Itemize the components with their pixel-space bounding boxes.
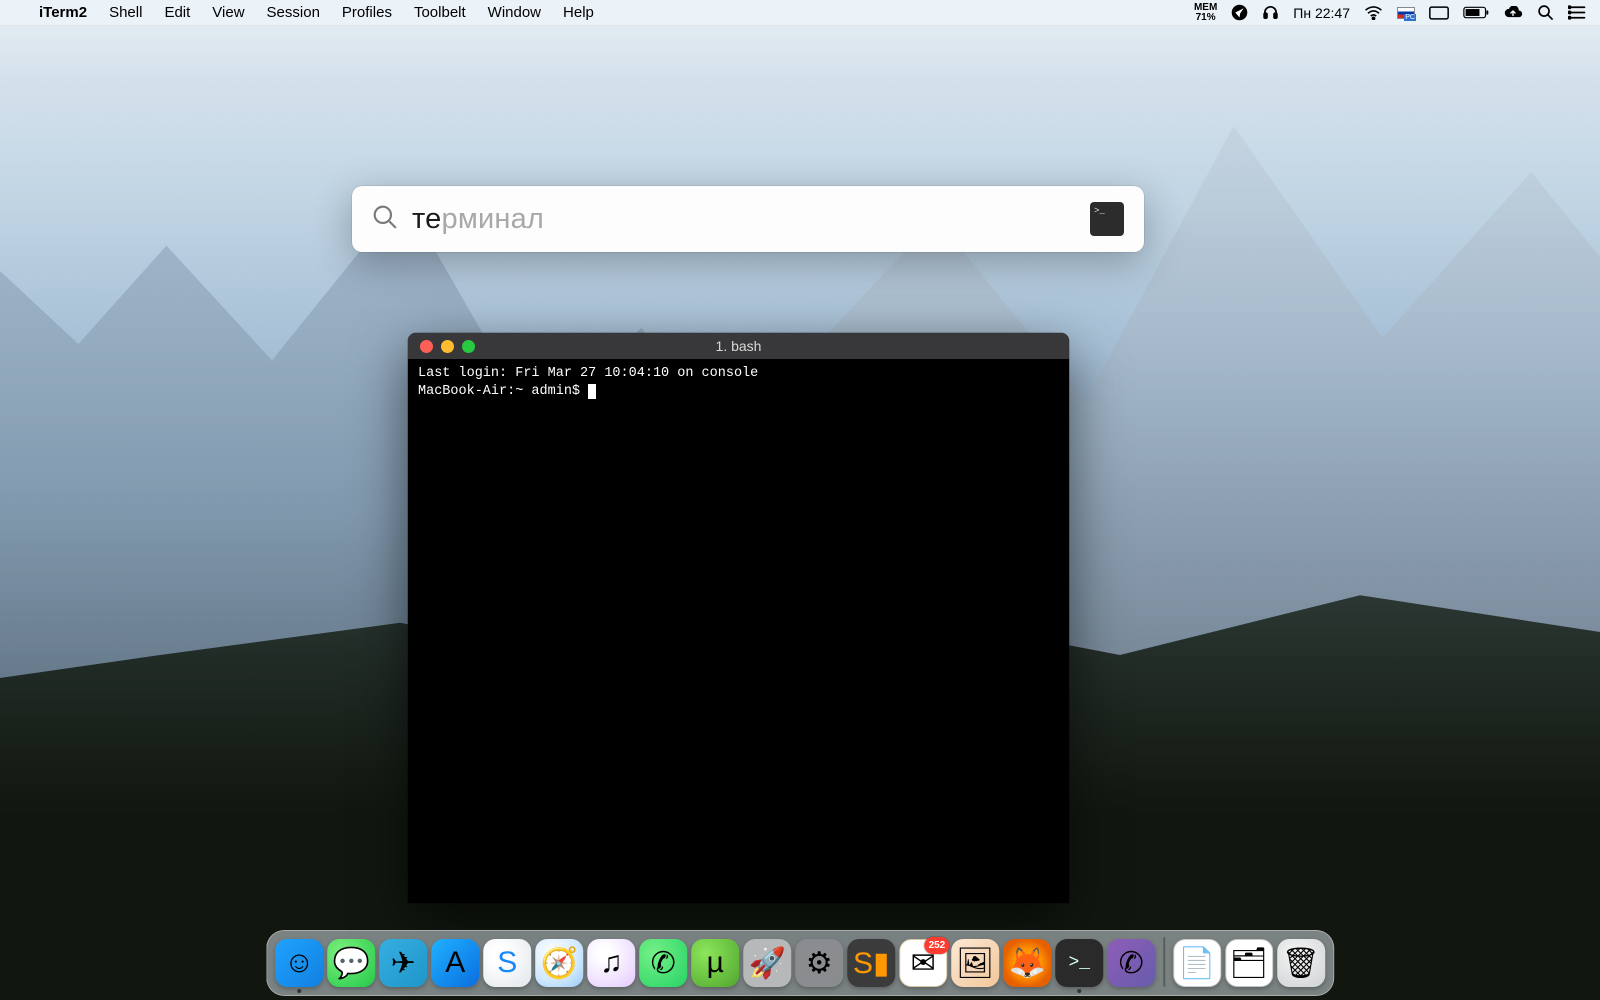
terminal-cursor <box>588 384 596 399</box>
dock-viber[interactable]: ✆ <box>1107 939 1155 987</box>
dock-iterm[interactable]: >_ <box>1055 939 1103 987</box>
cloud-sync-icon[interactable] <box>1503 6 1523 20</box>
dock-whatsapp[interactable]: ✆ <box>639 939 687 987</box>
spotlight-top-hit-icon[interactable]: >_ <box>1090 202 1124 236</box>
dock-photos[interactable]: 🖼 <box>951 939 999 987</box>
menu-shell[interactable]: Shell <box>98 4 153 21</box>
dock: ☺💬✈AS🧭♫✆µ🚀⚙S▮✉252🖼🦊>_✆ 📄🗂🗑 <box>266 930 1334 996</box>
dock-itunes[interactable]: ♫ <box>587 939 635 987</box>
dock-appstore[interactable]: A <box>431 939 479 987</box>
terminal-titlebar[interactable]: 1. bash <box>408 333 1069 359</box>
menu-app-name[interactable]: iTerm2 <box>28 4 98 21</box>
menu-toolbelt[interactable]: Toolbelt <box>403 4 477 21</box>
terminal-content[interactable]: Last login: Fri Mar 27 10:04:10 on conso… <box>408 359 1069 903</box>
memory-status[interactable]: MEM 71% <box>1194 3 1217 23</box>
terminal-title: 1. bash <box>408 338 1069 354</box>
spotlight-icon[interactable] <box>1537 4 1554 21</box>
spotlight-search[interactable]: терминал >_ <box>352 186 1144 252</box>
spotlight-input[interactable]: терминал <box>412 203 544 236</box>
dock-safari[interactable]: 🧭 <box>535 939 583 987</box>
dock-mail[interactable]: ✉252 <box>899 939 947 987</box>
dock-messages[interactable]: 💬 <box>327 939 375 987</box>
menu-help[interactable]: Help <box>552 4 605 21</box>
wifi-icon[interactable] <box>1364 5 1383 20</box>
menu-view[interactable]: View <box>201 4 255 21</box>
search-icon <box>372 204 398 235</box>
location-icon[interactable] <box>1231 4 1248 21</box>
dock-utorrent[interactable]: µ <box>691 939 739 987</box>
menu-edit[interactable]: Edit <box>153 4 201 21</box>
dock-telegram[interactable]: ✈ <box>379 939 427 987</box>
dock-launchpad[interactable]: 🚀 <box>743 939 791 987</box>
display-icon[interactable] <box>1429 6 1449 20</box>
dock-firefox[interactable]: 🦊 <box>1003 939 1051 987</box>
dock-separator <box>1163 937 1165 987</box>
dock-desktop-stack[interactable]: 🗂 <box>1225 939 1273 987</box>
language-flag[interactable]: PC <box>1397 7 1415 19</box>
window-zoom-button[interactable] <box>462 340 475 353</box>
headphones-icon[interactable] <box>1262 4 1279 21</box>
menu-window[interactable]: Window <box>477 4 552 21</box>
dock-sogou[interactable]: S <box>483 939 531 987</box>
dock-settings[interactable]: ⚙ <box>795 939 843 987</box>
menu-bar: iTerm2 ShellEditViewSessionProfilesToolb… <box>0 0 1600 26</box>
dock-document[interactable]: 📄 <box>1173 939 1221 987</box>
notification-center-icon[interactable] <box>1568 5 1586 20</box>
menu-profiles[interactable]: Profiles <box>331 4 403 21</box>
window-close-button[interactable] <box>420 340 433 353</box>
dock-finder[interactable]: ☺ <box>275 939 323 987</box>
menu-clock[interactable]: Пн 22:47 <box>1293 5 1350 21</box>
dock-trash[interactable]: 🗑 <box>1277 939 1325 987</box>
window-minimize-button[interactable] <box>441 340 454 353</box>
running-indicator <box>1077 989 1081 993</box>
dock-badge: 252 <box>925 937 950 954</box>
dock-sublime[interactable]: S▮ <box>847 939 895 987</box>
battery-icon[interactable] <box>1463 6 1489 19</box>
terminal-window[interactable]: 1. bash Last login: Fri Mar 27 10:04:10 … <box>408 333 1069 903</box>
menu-session[interactable]: Session <box>256 4 331 21</box>
running-indicator <box>297 989 301 993</box>
